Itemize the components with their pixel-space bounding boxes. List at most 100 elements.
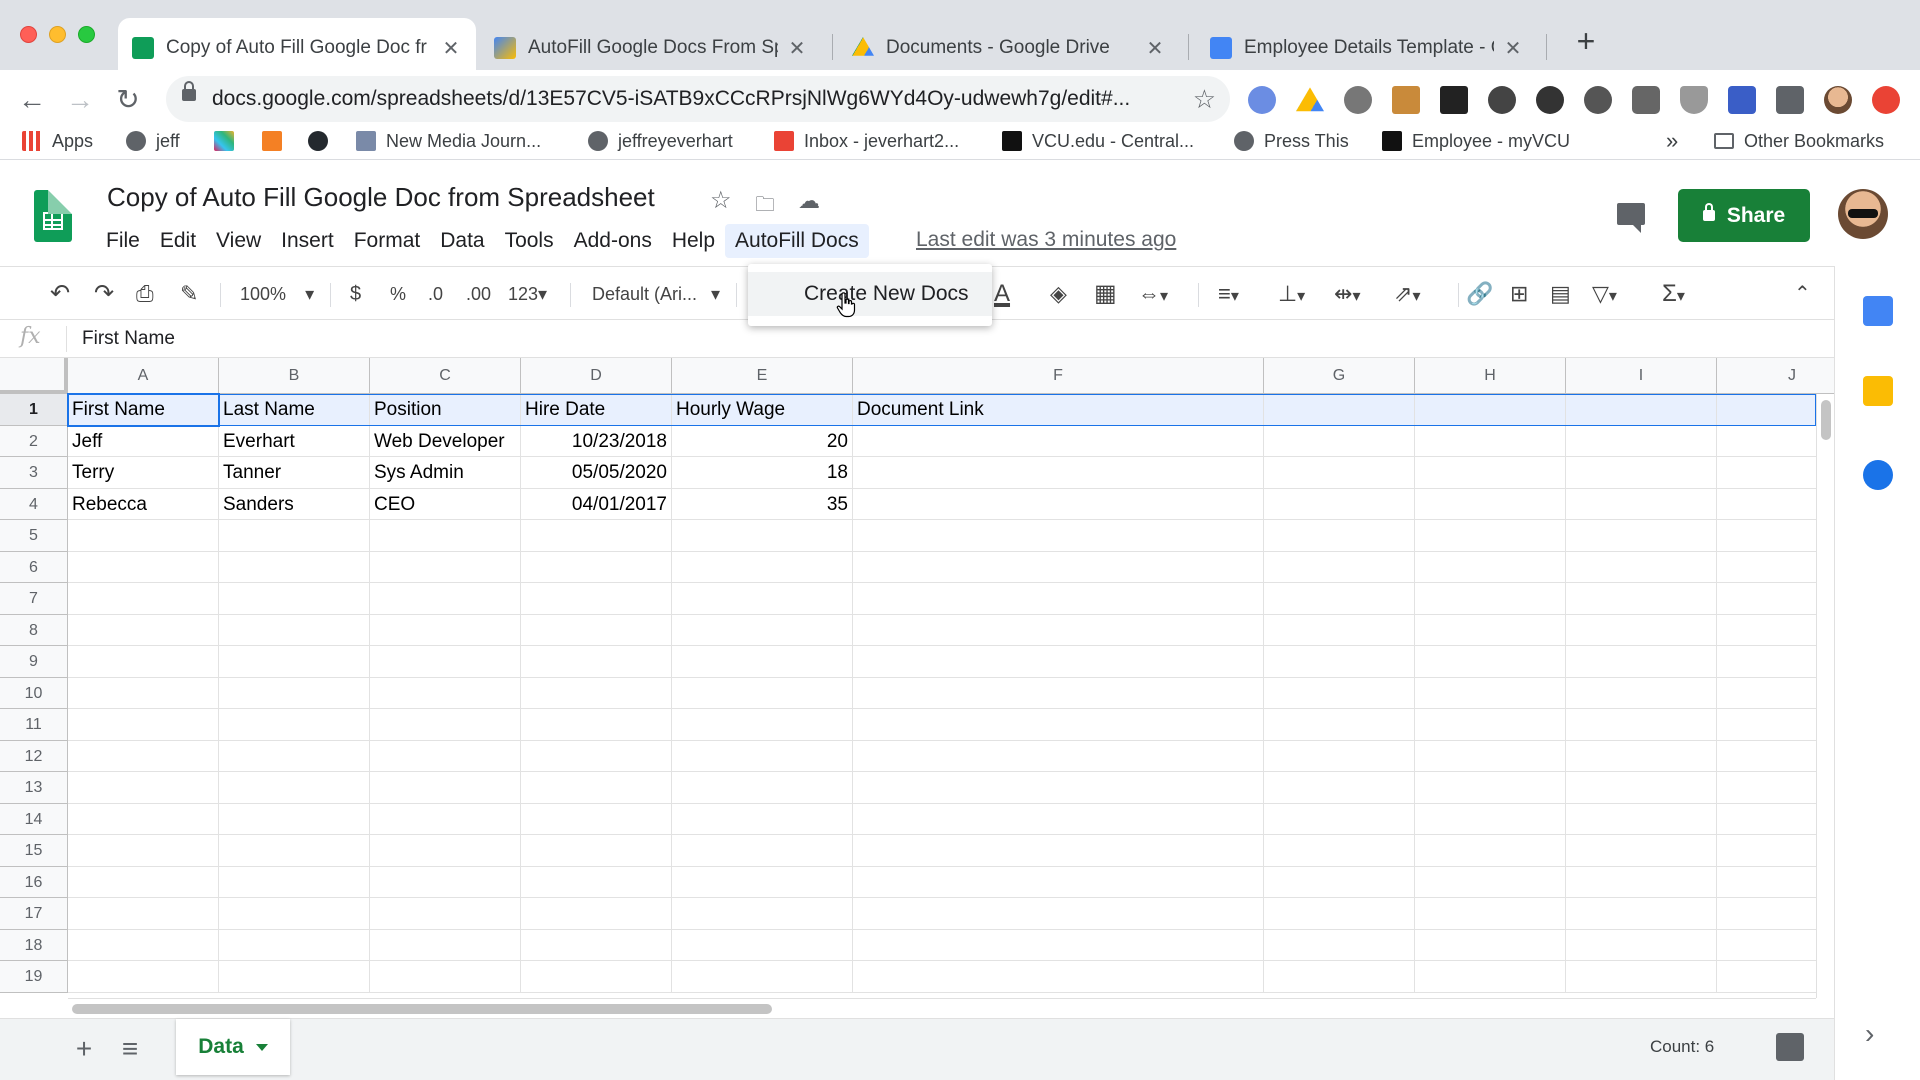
extension-drive-icon[interactable]	[1296, 87, 1324, 112]
table-cell[interactable]	[68, 803, 219, 835]
text-rotation-icon[interactable]: ⇗▾	[1394, 267, 1420, 321]
table-cell[interactable]: Web Developer	[370, 425, 521, 457]
table-cell[interactable]	[521, 866, 672, 898]
header-cell[interactable]	[1264, 394, 1415, 426]
table-cell[interactable]	[1566, 740, 1717, 772]
table-cell[interactable]	[370, 520, 521, 552]
table-cell[interactable]	[521, 520, 672, 552]
table-cell[interactable]	[1566, 457, 1717, 489]
horizontal-scrollbar[interactable]	[68, 998, 1816, 1018]
table-cell[interactable]	[219, 740, 370, 772]
functions-icon[interactable]: Σ▾	[1662, 267, 1685, 321]
undo-icon[interactable]: ↶	[50, 267, 70, 321]
vertical-scrollbar[interactable]	[1816, 394, 1834, 998]
table-cell[interactable]	[370, 898, 521, 930]
comment-history-icon[interactable]	[1617, 203, 1645, 233]
table-cell[interactable]	[219, 551, 370, 583]
table-cell[interactable]	[68, 772, 219, 804]
column-header[interactable]: F	[853, 358, 1264, 394]
table-cell[interactable]	[853, 803, 1264, 835]
table-cell[interactable]	[853, 709, 1264, 741]
table-cell[interactable]	[1566, 772, 1717, 804]
table-cell[interactable]	[1566, 677, 1717, 709]
table-cell[interactable]	[1415, 614, 1566, 646]
row-header[interactable]: 15	[0, 835, 68, 867]
header-cell[interactable]: Document Link	[853, 394, 1264, 426]
other-bookmarks-folder[interactable]: Other Bookmarks	[1714, 122, 1884, 160]
column-header[interactable]: A	[68, 358, 219, 394]
back-icon[interactable]: ←	[12, 80, 52, 120]
table-cell[interactable]	[370, 961, 521, 993]
cloud-status-icon[interactable]: ☁	[798, 188, 820, 214]
table-cell[interactable]	[521, 961, 672, 993]
table-cell[interactable]	[1566, 614, 1717, 646]
reload-icon[interactable]: ↻	[108, 80, 148, 120]
table-cell[interactable]	[853, 835, 1264, 867]
table-cell[interactable]	[1566, 866, 1717, 898]
bookmark-inbox[interactable]: Inbox - jeverhart2...	[774, 122, 959, 160]
column-header[interactable]: J	[1717, 358, 1834, 394]
table-cell[interactable]	[219, 898, 370, 930]
row-header[interactable]: 16	[0, 866, 68, 898]
table-cell[interactable]	[853, 961, 1264, 993]
row-header[interactable]: 13	[0, 772, 68, 804]
table-cell[interactable]	[370, 740, 521, 772]
row-header[interactable]: 4	[0, 488, 68, 520]
all-sheets-button[interactable]: ≡	[112, 1031, 148, 1067]
column-header[interactable]: B	[219, 358, 370, 394]
star-icon[interactable]: ☆	[710, 186, 732, 215]
table-cell[interactable]	[370, 772, 521, 804]
table-cell[interactable]	[672, 551, 853, 583]
table-cell[interactable]	[672, 803, 853, 835]
table-cell[interactable]	[853, 457, 1264, 489]
table-cell[interactable]: Rebecca	[68, 488, 219, 520]
sheets-logo-icon[interactable]	[34, 190, 72, 242]
more-bookmarks-button[interactable]: »	[1666, 122, 1678, 160]
table-cell[interactable]	[853, 929, 1264, 961]
table-cell[interactable]	[672, 740, 853, 772]
table-cell[interactable]	[219, 614, 370, 646]
table-cell[interactable]	[1566, 488, 1717, 520]
table-cell[interactable]: Jeff	[68, 425, 219, 457]
table-cell[interactable]	[853, 898, 1264, 930]
table-cell[interactable]	[370, 583, 521, 615]
menu-edit[interactable]: Edit	[150, 224, 206, 258]
extension-circle-icon[interactable]	[1488, 86, 1516, 114]
table-cell[interactable]	[1566, 709, 1717, 741]
table-cell[interactable]	[672, 835, 853, 867]
more-formats-button[interactable]: 123▾	[508, 267, 547, 321]
table-cell[interactable]	[219, 709, 370, 741]
table-cell[interactable]	[1264, 583, 1415, 615]
horizontal-align-icon[interactable]: ≡▾	[1218, 267, 1239, 321]
table-cell[interactable]	[219, 772, 370, 804]
table-cell[interactable]	[1415, 677, 1566, 709]
select-all-corner[interactable]	[0, 358, 68, 394]
table-cell[interactable]	[1566, 961, 1717, 993]
table-cell[interactable]	[521, 646, 672, 678]
table-cell[interactable]	[1566, 646, 1717, 678]
new-tab-button[interactable]: +	[1566, 22, 1606, 62]
table-cell[interactable]	[1566, 929, 1717, 961]
column-header[interactable]: G	[1264, 358, 1415, 394]
table-cell[interactable]	[672, 709, 853, 741]
table-cell[interactable]	[1415, 835, 1566, 867]
explore-icon[interactable]	[1776, 1033, 1804, 1061]
table-cell[interactable]	[853, 646, 1264, 678]
forward-icon[interactable]: →	[60, 80, 100, 120]
table-cell[interactable]	[672, 583, 853, 615]
extension-wordpress-icon[interactable]	[1584, 86, 1612, 114]
browser-tab-docs-template[interactable]: Employee Details Template - G ✕	[1196, 18, 1538, 78]
table-cell[interactable]	[370, 677, 521, 709]
currency-format-button[interactable]: $	[350, 267, 361, 321]
print-icon[interactable]: ⎙	[136, 267, 154, 321]
table-cell[interactable]	[521, 835, 672, 867]
tab-close-icon[interactable]: ✕	[1144, 36, 1166, 61]
table-cell[interactable]	[672, 520, 853, 552]
extension-grammar-icon[interactable]	[1536, 86, 1564, 114]
table-cell[interactable]	[1415, 457, 1566, 489]
table-cell[interactable]	[219, 866, 370, 898]
table-cell[interactable]	[1566, 583, 1717, 615]
bookmark-slack[interactable]	[214, 122, 244, 160]
bookmark-star-icon[interactable]: ☆	[1193, 76, 1216, 122]
table-cell[interactable]	[1415, 866, 1566, 898]
